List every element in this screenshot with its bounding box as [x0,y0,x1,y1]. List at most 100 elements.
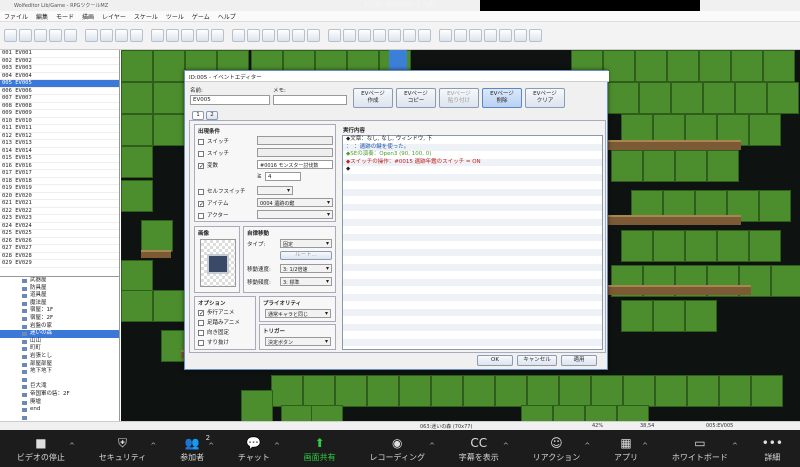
route-button[interactable]: ルート... [280,251,332,260]
map-list-item[interactable]: 003 EV003 [0,65,119,73]
cancel-button[interactable]: キャンセル [517,355,557,366]
command-row-empty[interactable] [343,293,602,301]
menu-item[interactable]: ツール [166,12,184,21]
command-row-empty[interactable] [343,233,602,241]
toolbar-button[interactable] [307,29,320,42]
map-list-item[interactable]: 005 EV005 [0,80,119,88]
caret-up-icon[interactable]: ^ [642,442,648,450]
ev-page-copy-button[interactable]: EVページ コピー [396,88,436,108]
command-row-empty[interactable] [343,173,602,181]
ev-page-clear-button[interactable]: EVページ クリア [525,88,565,108]
command-row-empty[interactable] [343,331,602,339]
map-list-item[interactable]: 029 EV029 [0,260,119,268]
frequency-select[interactable]: 3: 標準 [280,277,332,286]
map-tree-item[interactable]: 巨大滝 [0,383,119,391]
toolbar-button[interactable] [529,29,542,42]
map-list-item[interactable]: 004 EV004 [0,73,119,80]
item-checkbox[interactable]: ✓ アイテム [198,199,228,207]
toolbar-button[interactable] [262,29,275,42]
map-list-item[interactable]: 006 EV006 [0,88,119,95]
command-row[interactable]: ◆SEの演奏：Open3 (90, 100, 0) [343,151,602,159]
zoom-record-button[interactable]: ◉ レコーディング ^ [370,436,435,463]
map-list-item[interactable]: 023 EV023 [0,215,119,223]
zoom-video-button[interactable]: ■ ビデオの停止 ^ [17,436,75,463]
map-tree-item[interactable]: 防具屋 [0,285,119,293]
caret-up-icon[interactable]: ^ [150,442,156,450]
walking-anim-checkbox[interactable]: ✓ 歩行アニメ [198,308,234,316]
caret-up-icon[interactable]: ^ [732,442,738,450]
toolbar-button[interactable] [514,29,527,42]
map-tree-item[interactable]: 町町 [0,345,119,353]
command-row-empty[interactable] [343,226,602,234]
menu-item[interactable]: 描画 [82,12,94,21]
command-row-empty[interactable] [343,323,602,331]
command-row[interactable]: ◆文章：なし, なし, ウィンドウ, 下 [343,136,602,144]
command-row-empty[interactable] [343,196,602,204]
trigger-select[interactable]: 決定ボタン [265,337,331,346]
menu-item[interactable]: スケール [134,12,158,21]
selfswitch-select[interactable] [257,186,293,195]
map-list-item[interactable]: 026 EV026 [0,238,119,245]
map-list-item[interactable]: 010 EV010 [0,118,119,125]
map-tree-item[interactable]: 廃墟 [0,399,119,407]
map-tree-item[interactable]: 地下地下 [0,368,119,376]
map-tree-item[interactable]: 岩張とし [0,353,119,361]
command-row-empty[interactable] [343,346,602,354]
zoom-shield-button[interactable]: ⛨ セキュリティ ^ [99,436,157,463]
variable-field[interactable]: #0016 モンスター討伐数 [257,160,333,169]
map-list-item[interactable]: 002 EV002 [0,58,119,65]
toolbar-button[interactable] [418,29,431,42]
toolbar-button[interactable] [388,29,401,42]
movement-type-select[interactable]: 固定 [280,239,332,248]
switch2-field[interactable] [257,148,333,157]
map-list-item[interactable]: 016 EV016 [0,163,119,170]
command-row[interactable]: ◆スイッチの操作：#0015 遺跡年鑑のスイッチ = ON [343,158,602,166]
menu-item[interactable]: ゲーム [192,12,210,21]
direction-fix-checkbox[interactable]: 向き固定 [198,328,229,336]
command-row-empty[interactable] [343,278,602,286]
toolbar-button[interactable] [19,29,32,42]
toolbar-button[interactable] [343,29,356,42]
map-tree-item[interactable]: end [0,406,119,414]
tab-page-2[interactable]: 2 [206,111,218,120]
toolbar-button[interactable] [328,29,341,42]
zoom-chat-button[interactable]: 💬 チャット ^ [238,436,280,463]
command-row-empty[interactable] [343,248,602,256]
caret-up-icon[interactable]: ^ [208,442,214,450]
variable-checkbox[interactable]: ✓ 変数 [198,161,218,169]
toolbar-button[interactable] [454,29,467,42]
command-row-empty[interactable] [343,263,602,271]
menu-item[interactable]: レイヤー [102,12,126,21]
map-list-item[interactable]: 027 EV027 [0,245,119,253]
actor-checkbox[interactable]: アクター [198,211,229,219]
event-image-preview[interactable] [200,239,236,287]
map-list-item[interactable]: 018 EV018 [0,178,119,185]
map-tree-item[interactable] [0,376,119,384]
command-row-empty[interactable] [343,301,602,309]
map-list-item[interactable]: 022 EV022 [0,208,119,215]
item-select[interactable]: 0004 遺跡の鍵 [257,198,333,207]
map-tree-item[interactable] [0,414,119,421]
stepping-anim-checkbox[interactable]: 足踏みアニメ [198,318,240,326]
command-row-empty[interactable] [343,203,602,211]
map-list-item[interactable]: 011 EV011 [0,125,119,133]
map-list-item[interactable]: 028 EV028 [0,253,119,260]
map-tree-item[interactable]: 迷いの森 [0,330,119,338]
map-list-item[interactable]: 001 EV001 [0,50,119,58]
map-tree-item[interactable]: 道具屋 [0,292,119,300]
zoom-apps-button[interactable]: ▦ アプリ ^ [614,436,648,463]
actor-select[interactable] [257,210,333,219]
command-row[interactable]: ： ：遺跡の鍵を使った。 [343,143,602,151]
name-field[interactable]: EV005 [190,95,270,105]
toolbar-button[interactable] [115,29,128,42]
map-tree-item[interactable]: 山山 [0,338,119,346]
through-checkbox[interactable]: すり抜け [198,338,229,346]
variable-value-stepper[interactable]: 4 [265,172,301,181]
toolbar-button[interactable] [100,29,113,42]
selfswitch-checkbox[interactable]: セルフスイッチ [198,187,246,195]
command-row-empty[interactable] [343,316,602,324]
toolbar-button[interactable] [49,29,62,42]
map-list-item[interactable]: 017 EV017 [0,170,119,178]
menu-item[interactable]: 編集 [36,12,48,21]
map-list-item[interactable]: 024 EV024 [0,223,119,230]
